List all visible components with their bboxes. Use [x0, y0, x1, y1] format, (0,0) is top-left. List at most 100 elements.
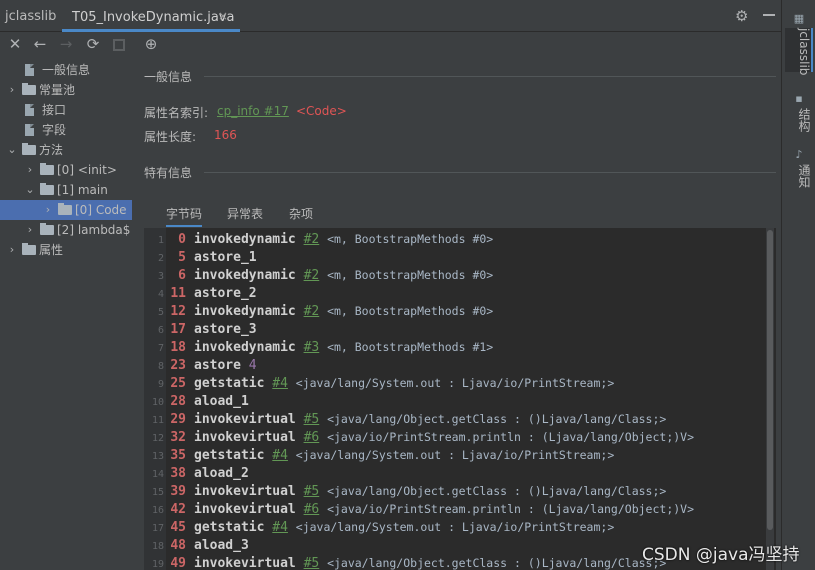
bytecode-offset: 45 [170, 520, 186, 535]
instruction: invokevirtual #5 <java/lang/Object.getCl… [194, 412, 666, 427]
tool-tab-structure[interactable]: 结构 [785, 108, 813, 138]
vertical-scrollbar[interactable] [766, 228, 774, 570]
code-line: 14 38 aload_2 [144, 465, 776, 483]
close-icon[interactable]: ✕ [6, 35, 24, 53]
tree-node[interactable]: 字段 [0, 120, 132, 140]
tree-node[interactable]: › 常量池 [0, 80, 132, 100]
close-icon[interactable]: × [218, 9, 228, 23]
constant-pool-link[interactable]: #2 [304, 304, 320, 319]
tree-node[interactable]: ⌄ [1] main [0, 180, 132, 200]
chevron-right-icon[interactable]: › [24, 220, 36, 240]
tab-label: T05_InvokeDynamic.java [72, 10, 235, 25]
tree-node[interactable]: ⌄ 方法 [0, 140, 132, 160]
tree-node-label: [2] lambda$ [57, 223, 131, 237]
instruction: aload_1 [194, 394, 249, 409]
opcode: getstatic [194, 376, 265, 391]
chevron-down-icon[interactable]: ⌄ [6, 140, 18, 160]
bytecode-offset: 5 [178, 250, 186, 265]
constant-pool-link[interactable]: #2 [304, 232, 320, 247]
tree-node[interactable]: › [0] Code [0, 200, 132, 220]
chevron-right-icon[interactable]: › [24, 160, 36, 180]
line-number: 4 [157, 289, 164, 300]
tree-node[interactable]: › [2] lambda$ [0, 220, 132, 240]
chevron-down-icon[interactable]: ⌄ [24, 180, 36, 200]
opcode: getstatic [194, 448, 265, 463]
line-number: 12 [151, 433, 164, 444]
operand-comment: <java/io/PrintStream.println : (Ljava/la… [327, 430, 695, 444]
bell-icon: ♪ [795, 148, 803, 161]
code-line: 17 45 getstatic #4 <java/lang/System.out :… [144, 519, 776, 537]
line-number: 6 [157, 325, 164, 336]
opcode: invokevirtual [194, 502, 296, 517]
scrollbar-thumb[interactable] [767, 230, 773, 530]
constant-pool-link[interactable]: #5 [304, 556, 320, 570]
code-line: 3 6 invokedynamic #2 <m, BootstrapMethods … [144, 267, 776, 285]
tree-node[interactable]: › [0] <init> [0, 160, 132, 180]
constant-pool-link[interactable]: #4 [272, 448, 288, 463]
line-number: 5 [157, 307, 164, 318]
instruction: getstatic #4 <java/lang/System.out : Lja… [194, 520, 614, 535]
tab-bytecode[interactable]: 字节码 [166, 205, 203, 227]
constant-pool-link[interactable]: #5 [304, 484, 320, 499]
title-bar: jclasslib T05_InvokeDynamic.java × ⚙ [0, 0, 781, 32]
constant-pool-link[interactable]: #3 [304, 340, 320, 355]
chevron-right-icon[interactable]: › [6, 240, 18, 260]
folder-icon [22, 83, 36, 95]
forward-arrow-icon[interactable]: → [57, 35, 75, 53]
constant-pool-link[interactable]: #6 [304, 430, 320, 445]
tab-exception-table[interactable]: 异常表 [227, 205, 263, 227]
operand-comment: <m, BootstrapMethods #0> [327, 304, 494, 318]
instruction: astore_1 [194, 250, 257, 265]
bytecode-offset: 29 [170, 412, 186, 427]
tab-misc[interactable]: 杂项 [289, 205, 313, 227]
instruction: aload_3 [194, 538, 249, 553]
constant-pool-link[interactable]: #5 [304, 412, 320, 427]
opcode: aload_3 [194, 538, 249, 553]
operand-comment: <m, BootstrapMethods #0> [327, 232, 494, 246]
file-icon [25, 124, 34, 136]
tree-node-label: [1] main [57, 183, 108, 197]
line-number: 8 [157, 361, 164, 372]
back-arrow-icon[interactable]: ← [31, 35, 49, 53]
attr-length-value: 166 [214, 128, 237, 142]
operand-comment: <m, BootstrapMethods #1> [327, 340, 494, 354]
line-number: 17 [151, 523, 164, 534]
constant-pool-link[interactable]: #2 [304, 268, 320, 283]
line-number: 18 [151, 541, 164, 552]
stop-icon[interactable] [113, 39, 125, 51]
bytecode-offset: 0 [178, 232, 186, 247]
tool-tab-jclasslib[interactable]: jclasslib [785, 28, 813, 75]
app-title: jclasslib [5, 9, 57, 24]
web-icon[interactable]: ⊕ [142, 35, 160, 53]
attr-name-link[interactable]: cp_info #17 [217, 104, 289, 118]
line-number: 3 [157, 271, 164, 282]
bytecode-offset: 28 [170, 394, 186, 409]
operand-comment: <java/lang/System.out : Ljava/io/PrintSt… [295, 520, 615, 534]
tool-tab-notifications[interactable]: 通知 [785, 164, 813, 194]
tree-node[interactable]: › 属性 [0, 240, 132, 260]
chevron-right-icon[interactable]: › [42, 200, 54, 220]
gear-icon[interactable]: ⚙ [735, 7, 748, 25]
folder-icon [40, 223, 54, 235]
line-number: 11 [151, 415, 164, 426]
chevron-right-icon[interactable]: › [6, 80, 18, 100]
operand-comment: <java/lang/Object.getClass : ()Ljava/lan… [327, 556, 667, 570]
tree-node[interactable]: 一般信息 [0, 60, 132, 80]
bytecode-view[interactable]: 1 0 invokedynamic #2 <m, BootstrapMethods … [144, 228, 776, 570]
tree-node-label: 字段 [42, 123, 67, 137]
line-number: 14 [151, 469, 164, 480]
refresh-icon[interactable]: ⟳ [84, 35, 102, 53]
constant-pool-link[interactable]: #6 [304, 502, 320, 517]
divider [204, 76, 776, 77]
opcode: invokevirtual [194, 430, 296, 445]
minus-icon[interactable] [763, 14, 775, 16]
editor-tab[interactable]: T05_InvokeDynamic.java × [62, 4, 240, 32]
tree-node-label: 常量池 [39, 83, 76, 97]
opcode: invokedynamic [194, 304, 296, 319]
instruction: astore_3 [194, 322, 257, 337]
line-number: 15 [151, 487, 164, 498]
constant-pool-link[interactable]: #4 [272, 376, 288, 391]
constant-pool-link[interactable]: #4 [272, 520, 288, 535]
divider [204, 172, 776, 173]
tree-node[interactable]: 接口 [0, 100, 132, 120]
